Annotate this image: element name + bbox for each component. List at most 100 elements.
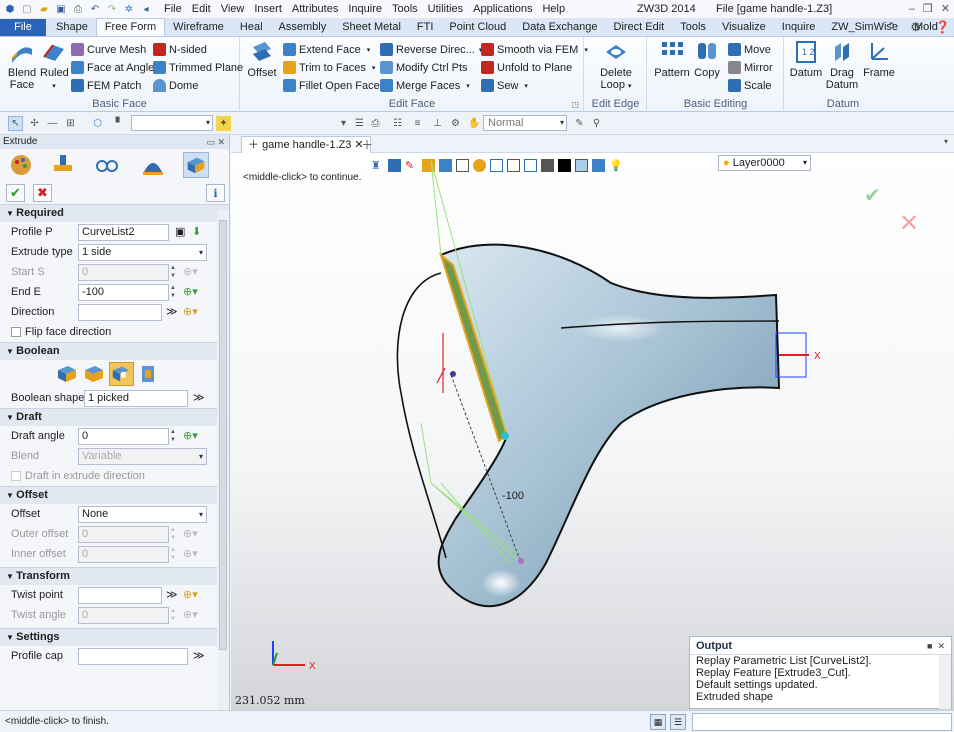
trimmed-plane-button[interactable]: Trimmed Plane xyxy=(153,59,243,76)
tab-free-form[interactable]: Free Form xyxy=(95,18,166,36)
start-spinner[interactable]: ▲ ▼ xyxy=(170,264,178,280)
settings-gear-icon[interactable]: ✲ xyxy=(122,2,136,16)
stamp-icon[interactable] xyxy=(50,152,76,178)
view-settings-icon[interactable]: ⚙ xyxy=(448,116,463,131)
new-file-icon[interactable]: ▢ xyxy=(20,2,34,16)
panel-close-icon[interactable]: ✕ xyxy=(217,137,225,147)
draft-extrude-dir-checkbox[interactable] xyxy=(11,471,21,481)
options-gear-icon[interactable]: ⚙ xyxy=(910,20,921,34)
cancel-x-button[interactable]: ✖ xyxy=(33,184,52,202)
inner-offset-spinner[interactable]: ▲ ▼ xyxy=(170,546,178,562)
direction-field[interactable] xyxy=(78,304,162,321)
smooth-via-fem-button[interactable]: Smooth via FEM ▾ xyxy=(481,41,588,58)
profile-point[interactable] xyxy=(501,432,509,440)
profile-field[interactable]: CurveList2 xyxy=(78,224,169,241)
end-field[interactable]: -100 xyxy=(78,284,169,301)
move-button[interactable]: Move xyxy=(728,41,771,58)
outer-offset-spinner[interactable]: ▲ ▼ xyxy=(170,526,178,542)
direction-expand-icon[interactable]: ≫ xyxy=(166,305,178,318)
tab-shape[interactable]: Shape xyxy=(48,19,96,36)
tab-file[interactable]: File xyxy=(0,19,46,36)
unfold-to-plane-button[interactable]: Unfold to Plane xyxy=(481,59,572,76)
reverse-direction-button[interactable]: Reverse Direc...▾ xyxy=(380,41,482,58)
redo-icon[interactable]: ↷ xyxy=(105,2,119,16)
fem-patch-button[interactable]: FEM Patch xyxy=(71,77,141,94)
new-tab-icon[interactable]: ＋ xyxy=(361,136,373,153)
delete-loop-button[interactable]: Delete Loop ▾ xyxy=(595,39,637,93)
panel-scrollbar[interactable] xyxy=(217,210,229,710)
pick-node-icon[interactable]: ✢ xyxy=(27,116,42,131)
menu-inquire[interactable]: Inquire xyxy=(343,0,387,19)
tab-assembly[interactable]: Assembly xyxy=(271,19,335,36)
twist-point-expand-icon[interactable]: ≫ xyxy=(166,588,178,601)
output-close-icon[interactable]: ✕ xyxy=(937,641,945,651)
close-icon[interactable]: ✕ xyxy=(941,0,950,19)
tab-direct-edit[interactable]: Direct Edit xyxy=(606,19,673,36)
extrude-endpoint[interactable] xyxy=(518,558,524,564)
twist-angle-field[interactable]: 0 xyxy=(78,607,169,624)
ok-check-button[interactable]: ✔ xyxy=(6,184,25,202)
menu-attributes[interactable]: Attributes xyxy=(287,0,343,19)
info-button[interactable]: ℹ xyxy=(206,184,225,202)
copy-button[interactable]: Copy xyxy=(692,39,722,79)
draft-angle-field[interactable]: 0 xyxy=(78,428,169,445)
mirror-button[interactable]: Mirror xyxy=(728,59,773,76)
pick-box-icon[interactable]: ⊞ xyxy=(63,116,78,131)
offset-select[interactable]: None ▾ xyxy=(78,506,207,523)
section-settings[interactable]: Settings xyxy=(0,628,229,646)
outer-offset-field[interactable]: 0 xyxy=(78,526,169,543)
tab-inquire[interactable]: Inquire xyxy=(774,19,824,36)
menu-file[interactable]: File xyxy=(159,0,187,19)
frame-button[interactable]: Frame xyxy=(863,39,895,79)
outer-offset-pick-icon[interactable]: ⊕▾ xyxy=(183,527,198,540)
tab-tools[interactable]: Tools xyxy=(672,19,714,36)
print-icon[interactable]: ⎙ xyxy=(71,2,85,16)
end-spinner[interactable]: ▲ ▼ xyxy=(170,284,178,300)
view-print-icon[interactable]: ⎙ xyxy=(368,116,383,131)
menu-help[interactable]: Help xyxy=(537,0,570,19)
sew-button[interactable]: Sew ▾ xyxy=(481,77,528,94)
tab-heal[interactable]: Heal xyxy=(232,19,271,36)
view-pan-icon[interactable]: ✋ xyxy=(467,116,482,131)
tab-visualize[interactable]: Visualize xyxy=(714,19,774,36)
flip-checkbox[interactable] xyxy=(11,327,21,337)
pick-filter-icon[interactable]: ↖ xyxy=(8,116,23,131)
view-grid-icon[interactable]: ☰ xyxy=(352,116,367,131)
end-pick-icon[interactable]: ⊕▾ xyxy=(183,285,198,298)
3d-viewport[interactable]: ♜ ✎ 💡 ● Layer0000 ▾ <middle-click> to con… xyxy=(231,153,954,710)
fillet-open-faces-button[interactable]: Fillet Open Faces xyxy=(283,77,385,94)
draft-angle-spinner[interactable]: ▲ ▼ xyxy=(170,428,178,444)
render-mode-combo[interactable]: Normal ▾ xyxy=(483,115,567,131)
view-align-icon[interactable]: ▾ xyxy=(336,116,351,131)
section-draft[interactable]: Draft xyxy=(0,408,229,426)
blend-select[interactable]: Variable ▾ xyxy=(78,448,207,465)
panel-pin-icon[interactable]: ▭ xyxy=(206,137,215,147)
anchor-point[interactable] xyxy=(450,371,456,377)
save-icon[interactable]: ▣ xyxy=(54,2,68,16)
face-at-angle-button[interactable]: Face at Angle xyxy=(71,59,154,76)
output-scrollbar[interactable] xyxy=(939,655,951,709)
inner-offset-pick-icon[interactable]: ⊕▾ xyxy=(183,547,198,560)
profile-cap-field[interactable] xyxy=(78,648,188,665)
command-input[interactable] xyxy=(692,713,952,731)
menu-view[interactable]: View xyxy=(216,0,250,19)
draft-angle-pick-icon[interactable]: ⊕▾ xyxy=(183,429,198,442)
section-boolean[interactable]: Boolean xyxy=(0,342,229,360)
document-tab[interactable]: ＋ game handle-1.Z3 ✕ xyxy=(241,136,371,153)
render-tool-icon[interactable]: ✎ xyxy=(572,116,587,131)
view-snap-icon[interactable]: ⊥ xyxy=(430,116,445,131)
menu-utilities[interactable]: Utilities xyxy=(423,0,468,19)
view-stack-icon[interactable]: ☷ xyxy=(390,116,405,131)
dome-tool-icon[interactable] xyxy=(140,152,166,178)
collapse-ribbon-icon[interactable]: ⌃ xyxy=(886,20,896,34)
twist-point-field[interactable] xyxy=(78,587,162,604)
edit-face-launcher-icon[interactable]: ◳ xyxy=(571,100,579,109)
pick-shape-icon[interactable]: ⬡ xyxy=(90,116,105,131)
twist-angle-spinner[interactable]: ▲ ▼ xyxy=(170,607,178,623)
menu-tools[interactable]: Tools xyxy=(387,0,423,19)
start-field[interactable]: 0 xyxy=(78,264,169,281)
panel-scroll-thumb[interactable] xyxy=(219,220,227,650)
curve-mesh-button[interactable]: Curve Mesh xyxy=(71,41,146,58)
twist-point-pick-icon[interactable]: ⊕▾ xyxy=(183,588,198,601)
tab-point-cloud[interactable]: Point Cloud xyxy=(441,19,514,36)
